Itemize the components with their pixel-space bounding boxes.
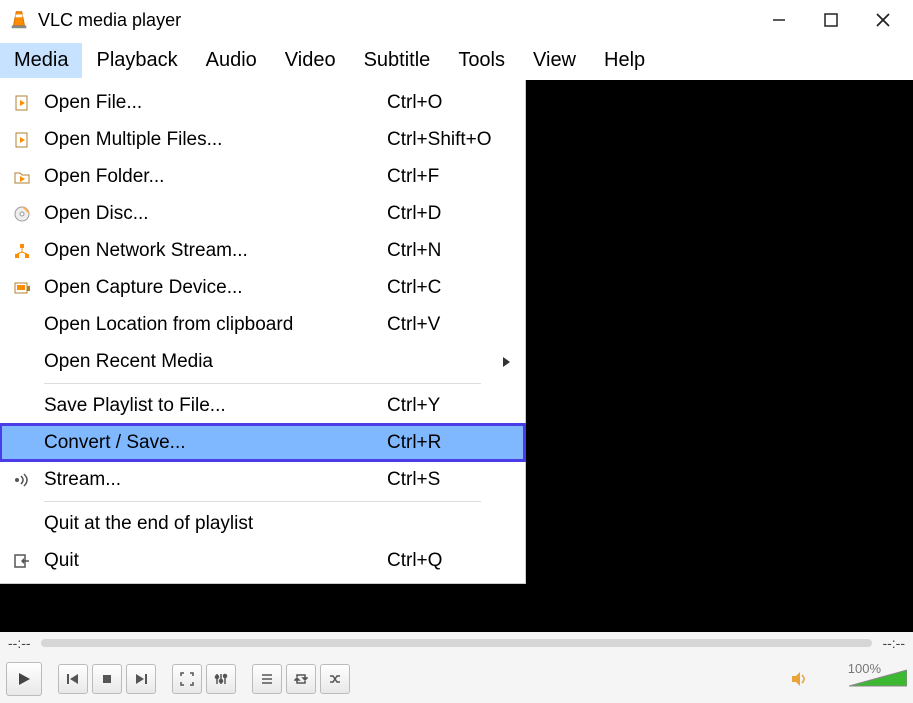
shuffle-button[interactable]: [320, 664, 350, 694]
volume-slider[interactable]: [849, 668, 907, 690]
menu-subtitle[interactable]: Subtitle: [350, 43, 445, 78]
menu-item-shortcut: Ctrl+O: [387, 92, 517, 114]
menu-view[interactable]: View: [519, 43, 590, 78]
menu-item-label: Convert / Save...: [36, 432, 387, 454]
menu-item-shortcut: Ctrl+R: [387, 432, 517, 454]
next-button[interactable]: [126, 664, 156, 694]
menu-item-open-network-stream[interactable]: Open Network Stream...Ctrl+N: [0, 232, 525, 269]
menu-item-label: Quit: [36, 550, 387, 572]
play-button[interactable]: [6, 662, 42, 696]
control-bar: 100%: [0, 654, 913, 703]
minimize-button[interactable]: [767, 8, 791, 32]
maximize-button[interactable]: [819, 8, 843, 32]
menu-item-label: Open Recent Media: [36, 351, 387, 373]
menu-item-label: Save Playlist to File...: [36, 395, 387, 417]
fullscreen-button[interactable]: [172, 664, 202, 694]
disc-icon: [8, 205, 36, 223]
time-bar: --:-- --:--: [0, 632, 913, 654]
menu-item-open-folder[interactable]: Open Folder...Ctrl+F: [0, 158, 525, 195]
menu-item-shortcut: Ctrl+S: [387, 469, 517, 491]
menu-item-open-capture-device[interactable]: Open Capture Device...Ctrl+C: [0, 269, 525, 306]
seek-slider[interactable]: [41, 639, 873, 647]
menu-item-shortcut: Ctrl+Y: [387, 395, 517, 417]
menu-item-open-recent-media[interactable]: Open Recent Media: [0, 343, 525, 380]
stream-icon: [8, 471, 36, 489]
folder-play-icon: [8, 168, 36, 186]
playlist-button[interactable]: [252, 664, 282, 694]
menu-item-convert-save[interactable]: Convert / Save...Ctrl+R: [0, 424, 525, 461]
close-button[interactable]: [871, 8, 895, 32]
menu-separator: [44, 383, 481, 384]
menu-item-shortcut: Ctrl+Q: [387, 550, 517, 572]
menu-item-quit[interactable]: QuitCtrl+Q: [0, 542, 525, 579]
menu-item-open-disc[interactable]: Open Disc...Ctrl+D: [0, 195, 525, 232]
menu-item-shortcut: Ctrl+F: [387, 166, 517, 188]
menu-item-label: Open Disc...: [36, 203, 387, 225]
menu-item-label: Open Network Stream...: [36, 240, 387, 262]
menu-help[interactable]: Help: [590, 43, 659, 78]
app-icon: [8, 9, 30, 31]
menu-item-open-multiple-files[interactable]: Open Multiple Files...Ctrl+Shift+O: [0, 121, 525, 158]
extended-settings-button[interactable]: [206, 664, 236, 694]
file-play-icon: [8, 94, 36, 112]
menu-item-shortcut: Ctrl+N: [387, 240, 517, 262]
total-time[interactable]: --:--: [882, 635, 905, 651]
menu-audio[interactable]: Audio: [192, 43, 271, 78]
menu-item-open-file[interactable]: Open File...Ctrl+O: [0, 84, 525, 121]
menu-separator: [44, 501, 481, 502]
menu-item-label: Open Capture Device...: [36, 277, 387, 299]
menu-video[interactable]: Video: [271, 43, 350, 78]
menubar: MediaPlaybackAudioVideoSubtitleToolsView…: [0, 40, 913, 80]
titlebar: VLC media player: [0, 0, 913, 40]
menu-item-stream[interactable]: Stream...Ctrl+S: [0, 461, 525, 498]
stop-button[interactable]: [92, 664, 122, 694]
previous-button[interactable]: [58, 664, 88, 694]
quit-icon: [8, 552, 36, 570]
menu-item-label: Quit at the end of playlist: [36, 513, 387, 535]
file-play-icon: [8, 131, 36, 149]
mute-icon[interactable]: [790, 670, 808, 688]
menu-item-label: Stream...: [36, 469, 387, 491]
window-title: VLC media player: [38, 10, 767, 31]
menu-item-label: Open Location from clipboard: [36, 314, 387, 336]
menu-item-open-location-from-clipboard[interactable]: Open Location from clipboardCtrl+V: [0, 306, 525, 343]
menu-item-shortcut: Ctrl+Shift+O: [387, 129, 517, 151]
menu-item-shortcut: Ctrl+D: [387, 203, 517, 225]
menu-item-save-playlist-to-file[interactable]: Save Playlist to File...Ctrl+Y: [0, 387, 525, 424]
menu-media[interactable]: Media: [0, 43, 82, 78]
menu-item-shortcut: Ctrl+C: [387, 277, 517, 299]
menu-item-quit-at-the-end-of-playlist[interactable]: Quit at the end of playlist: [0, 505, 525, 542]
menu-tools[interactable]: Tools: [444, 43, 519, 78]
menu-item-label: Open Multiple Files...: [36, 129, 387, 151]
capture-icon: [8, 279, 36, 297]
media-menu-dropdown: Open File...Ctrl+OOpen Multiple Files...…: [0, 80, 526, 584]
submenu-arrow-icon: [501, 356, 511, 368]
network-icon: [8, 242, 36, 260]
menu-playback[interactable]: Playback: [82, 43, 191, 78]
menu-item-label: Open File...: [36, 92, 387, 114]
video-area: Open File...Ctrl+OOpen Multiple Files...…: [0, 80, 913, 632]
elapsed-time[interactable]: --:--: [8, 635, 31, 651]
menu-item-shortcut: Ctrl+V: [387, 314, 517, 336]
loop-button[interactable]: [286, 664, 316, 694]
menu-item-label: Open Folder...: [36, 166, 387, 188]
